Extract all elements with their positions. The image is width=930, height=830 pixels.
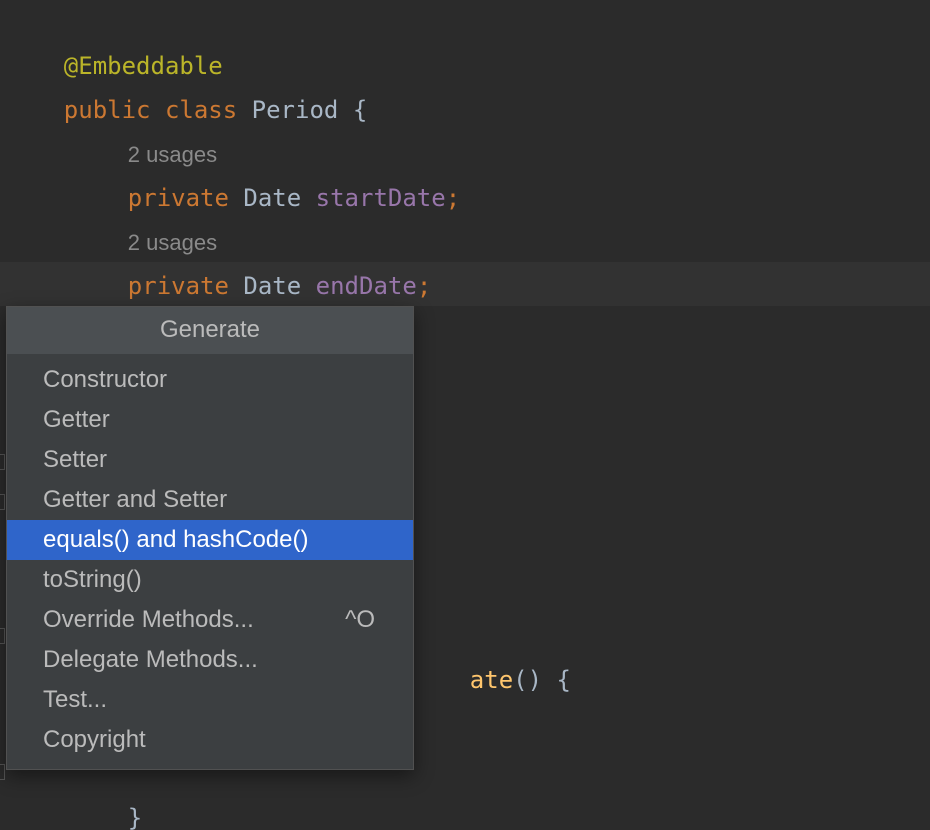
field-type: Date: [243, 272, 302, 300]
menu-item-label: equals() and hashCode(): [43, 526, 309, 553]
menu-item-label: toString(): [43, 566, 142, 593]
closing-brace: }: [127, 804, 143, 830]
menu-item-getter[interactable]: Getter: [7, 400, 413, 440]
menu-item-equals-hashcode[interactable]: equals() and hashCode(): [7, 520, 413, 560]
popup-title: Generate: [7, 307, 413, 354]
open-brace: {: [352, 96, 368, 124]
usages-hint-2[interactable]: 2 usages: [70, 176, 217, 255]
menu-item-tostring[interactable]: toString(): [7, 560, 413, 600]
menu-item-getter-and-setter[interactable]: Getter and Setter: [7, 480, 413, 520]
menu-item-shortcut: ^O: [345, 606, 375, 633]
fold-marker-icon[interactable]: [0, 628, 5, 644]
menu-item-label: Getter: [43, 406, 110, 433]
fold-marker-icon[interactable]: [0, 494, 5, 510]
code-line-method-partial: ate() {: [412, 614, 571, 694]
code-line-annotation: @Embeddable: [6, 0, 223, 80]
menu-item-constructor[interactable]: Constructor: [7, 360, 413, 400]
generate-menu: Constructor Getter Setter Getter and Set…: [7, 360, 413, 760]
menu-item-label: Test...: [43, 686, 108, 713]
menu-item-label: Getter and Setter: [43, 486, 228, 513]
code-editor[interactable]: @Embeddable public class Period { 2 usag…: [0, 0, 930, 830]
menu-item-delegate-methods[interactable]: Delegate Methods...: [7, 640, 413, 680]
field-name: endDate: [315, 272, 417, 300]
menu-item-label: Delegate Methods...: [43, 646, 258, 673]
method-name-fragment: ate: [469, 666, 514, 694]
usages-hint-1[interactable]: 2 usages: [70, 88, 217, 167]
field-modifier: private: [127, 272, 229, 300]
menu-item-label: Copyright: [43, 726, 146, 753]
semicolon: ;: [416, 272, 432, 300]
menu-item-label: Constructor: [43, 366, 168, 393]
method-open-brace: {: [556, 666, 571, 694]
code-line-class-declaration: public class Period {: [6, 44, 367, 124]
menu-item-test[interactable]: Test...: [7, 680, 413, 720]
class-name: Period: [251, 96, 339, 124]
field-name: startDate: [315, 184, 446, 212]
generate-popup: Generate Constructor Getter Setter Gette…: [6, 306, 414, 770]
method-parens: (): [513, 666, 543, 694]
field-type: Date: [243, 184, 302, 212]
menu-item-copyright[interactable]: Copyright: [7, 720, 413, 760]
menu-item-setter[interactable]: Setter: [7, 440, 413, 480]
menu-item-label: Setter: [43, 446, 108, 473]
menu-item-label: Override Methods...: [43, 606, 254, 633]
fold-marker-icon[interactable]: [0, 454, 5, 470]
code-line-field-end-date: private Date endDate;: [70, 220, 431, 300]
menu-item-override-methods[interactable]: Override Methods... ^O: [7, 600, 413, 640]
code-line-field-start-date: private Date startDate;: [70, 132, 460, 212]
fold-marker-icon[interactable]: [0, 764, 5, 780]
semicolon: ;: [445, 184, 461, 212]
